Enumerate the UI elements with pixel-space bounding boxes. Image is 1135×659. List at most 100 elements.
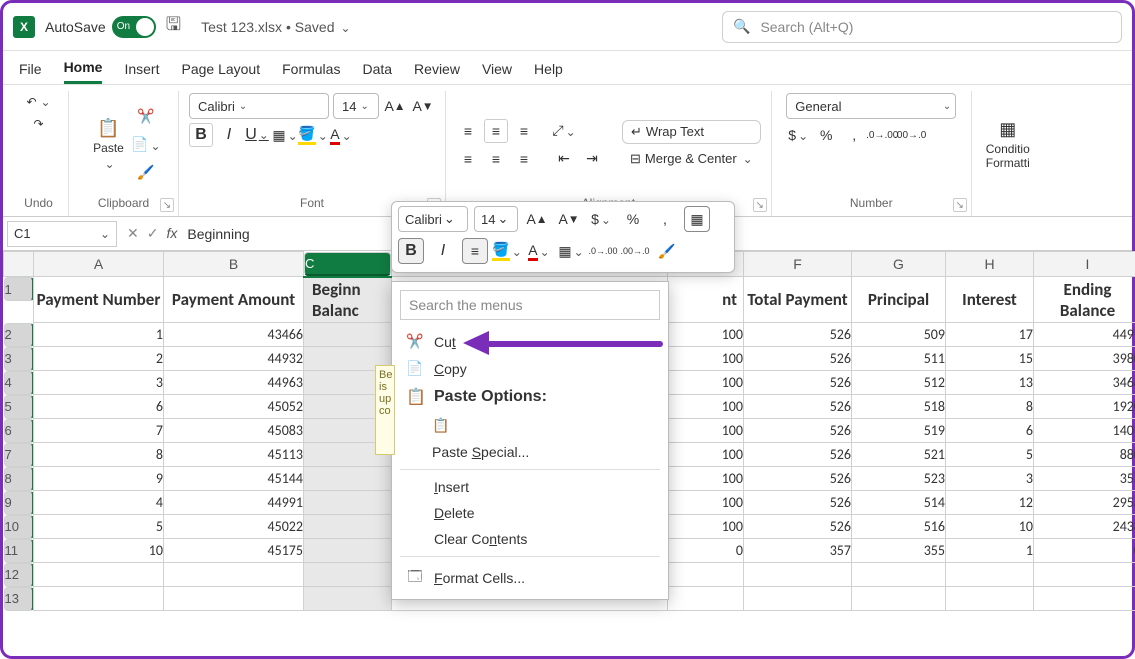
cell[interactable]: 15 — [946, 347, 1034, 371]
cell[interactable] — [164, 587, 304, 611]
cell[interactable]: 3980 — [1034, 347, 1135, 371]
cell-selected[interactable] — [304, 539, 392, 563]
cell[interactable]: 9 — [34, 467, 164, 491]
tab-file[interactable]: File — [19, 61, 42, 83]
cell[interactable]: 5 — [34, 515, 164, 539]
save-icon[interactable]: 🖫 — [166, 12, 181, 42]
cell[interactable]: Payment Number — [34, 277, 164, 323]
col-header[interactable]: I — [1034, 252, 1135, 277]
cell[interactable]: 100 — [668, 347, 744, 371]
mini-font-name[interactable]: Calibri⌄ — [398, 206, 468, 232]
row-header[interactable]: 10 — [4, 515, 34, 539]
context-paste-default[interactable]: 📋 — [392, 412, 668, 439]
align-left-button[interactable]: ≡ — [456, 147, 480, 171]
cell[interactable]: 526 — [744, 419, 852, 443]
cell[interactable]: 10 — [34, 539, 164, 563]
align-top-button[interactable]: ≡ — [456, 119, 480, 143]
row-header[interactable]: 9 — [4, 491, 34, 515]
cell[interactable]: 100 — [668, 323, 744, 347]
mini-decrease-decimal[interactable]: .00→.0 — [622, 238, 648, 264]
tab-home[interactable]: Home — [64, 59, 103, 84]
cell[interactable]: 514 — [852, 491, 946, 515]
autosave-toggle[interactable]: On — [112, 16, 156, 38]
cell[interactable]: 44932 — [164, 347, 304, 371]
search-box[interactable]: 🔍 Search (Alt+Q) — [722, 11, 1122, 43]
col-header[interactable]: G — [852, 252, 946, 277]
fx-icon[interactable]: fx — [166, 225, 177, 242]
cell[interactable]: 13 — [946, 371, 1034, 395]
increase-font-button[interactable]: A▲ — [383, 94, 407, 118]
col-header[interactable]: A — [34, 252, 164, 277]
cell[interactable]: 526 — [744, 443, 852, 467]
cell[interactable]: 357 — [744, 539, 852, 563]
cell[interactable] — [744, 587, 852, 611]
currency-button[interactable]: $ — [786, 123, 810, 147]
bold-button[interactable]: B — [189, 123, 213, 147]
cell[interactable] — [744, 563, 852, 587]
align-middle-button[interactable]: ≡ — [484, 119, 508, 143]
alignment-launcher[interactable]: ↘ — [753, 198, 767, 212]
context-cut[interactable]: ✂️Cut — [392, 328, 668, 355]
cell[interactable] — [852, 587, 946, 611]
mini-increase-decimal[interactable]: .0→.00 — [590, 238, 616, 264]
cell[interactable]: 526 — [744, 371, 852, 395]
font-color-button[interactable]: A — [329, 123, 353, 147]
row-header[interactable]: 2 — [4, 323, 34, 347]
cell[interactable]: 100 — [668, 371, 744, 395]
name-box[interactable]: C1 — [7, 221, 117, 247]
decrease-decimal-button[interactable]: .00→.0 — [898, 123, 922, 147]
cell[interactable]: 8 — [946, 395, 1034, 419]
context-search[interactable]: Search the menus — [400, 290, 660, 320]
align-right-button[interactable]: ≡ — [512, 147, 536, 171]
cell[interactable]: 100 — [668, 467, 744, 491]
context-format-cells[interactable]: 🗔Format Cells... — [392, 561, 668, 595]
cell[interactable]: Principal — [852, 277, 946, 323]
cell[interactable]: Payment Amount — [164, 277, 304, 323]
cell[interactable]: 45083 — [164, 419, 304, 443]
enter-formula-icon[interactable]: ✓ — [147, 225, 159, 242]
cell[interactable]: 100 — [668, 491, 744, 515]
select-all-corner[interactable] — [4, 252, 34, 277]
tab-help[interactable]: Help — [534, 61, 563, 83]
cell[interactable]: 100 — [668, 443, 744, 467]
col-header[interactable]: B — [164, 252, 304, 277]
mini-font-color[interactable]: A — [526, 238, 552, 264]
cell[interactable]: 12 — [946, 491, 1034, 515]
cell[interactable]: 44963 — [164, 371, 304, 395]
col-header[interactable]: F — [744, 252, 852, 277]
mini-align-center[interactable]: ≡ — [462, 238, 488, 264]
cell[interactable]: 518 — [852, 395, 946, 419]
context-clear[interactable]: Clear Contents — [392, 526, 668, 552]
format-painter-button[interactable]: 🖌️ — [134, 161, 158, 185]
decrease-indent-button[interactable]: ⇤ — [552, 147, 576, 171]
cell[interactable] — [946, 563, 1034, 587]
cell[interactable]: 526 — [744, 515, 852, 539]
cell[interactable]: 2438 — [1034, 515, 1135, 539]
align-bottom-button[interactable]: ≡ — [512, 119, 536, 143]
cell[interactable]: 516 — [852, 515, 946, 539]
cell-selected[interactable] — [304, 491, 392, 515]
borders-button[interactable]: ▦ — [273, 123, 297, 147]
cell[interactable]: 8 — [34, 443, 164, 467]
cell[interactable]: 1 — [946, 539, 1034, 563]
cell[interactable]: 45175 — [164, 539, 304, 563]
col-header-selected[interactable]: C — [304, 252, 391, 276]
increase-indent-button[interactable]: ⇥ — [580, 147, 604, 171]
tab-insert[interactable]: Insert — [124, 61, 159, 83]
cell[interactable]: 45144 — [164, 467, 304, 491]
row-header[interactable]: 6 — [4, 419, 34, 443]
merge-center-button[interactable]: ⊟Merge & Center — [622, 148, 761, 170]
cell-selected[interactable] — [304, 563, 392, 587]
font-size-select[interactable]: 14⌄ — [333, 93, 379, 119]
tab-review[interactable]: Review — [414, 61, 460, 83]
cell[interactable]: 2 — [34, 347, 164, 371]
mini-italic[interactable]: I — [430, 238, 456, 264]
context-insert[interactable]: Insert — [392, 474, 668, 500]
cell[interactable]: Ending Balance — [1034, 277, 1135, 323]
decrease-font-button[interactable]: A▼ — [411, 94, 435, 118]
cancel-formula-icon[interactable]: ✕ — [127, 225, 139, 242]
cell-selected[interactable] — [304, 467, 392, 491]
mini-percent[interactable]: % — [620, 206, 646, 232]
mini-currency[interactable]: $ — [588, 206, 614, 232]
row-header[interactable]: 13 — [4, 587, 34, 611]
